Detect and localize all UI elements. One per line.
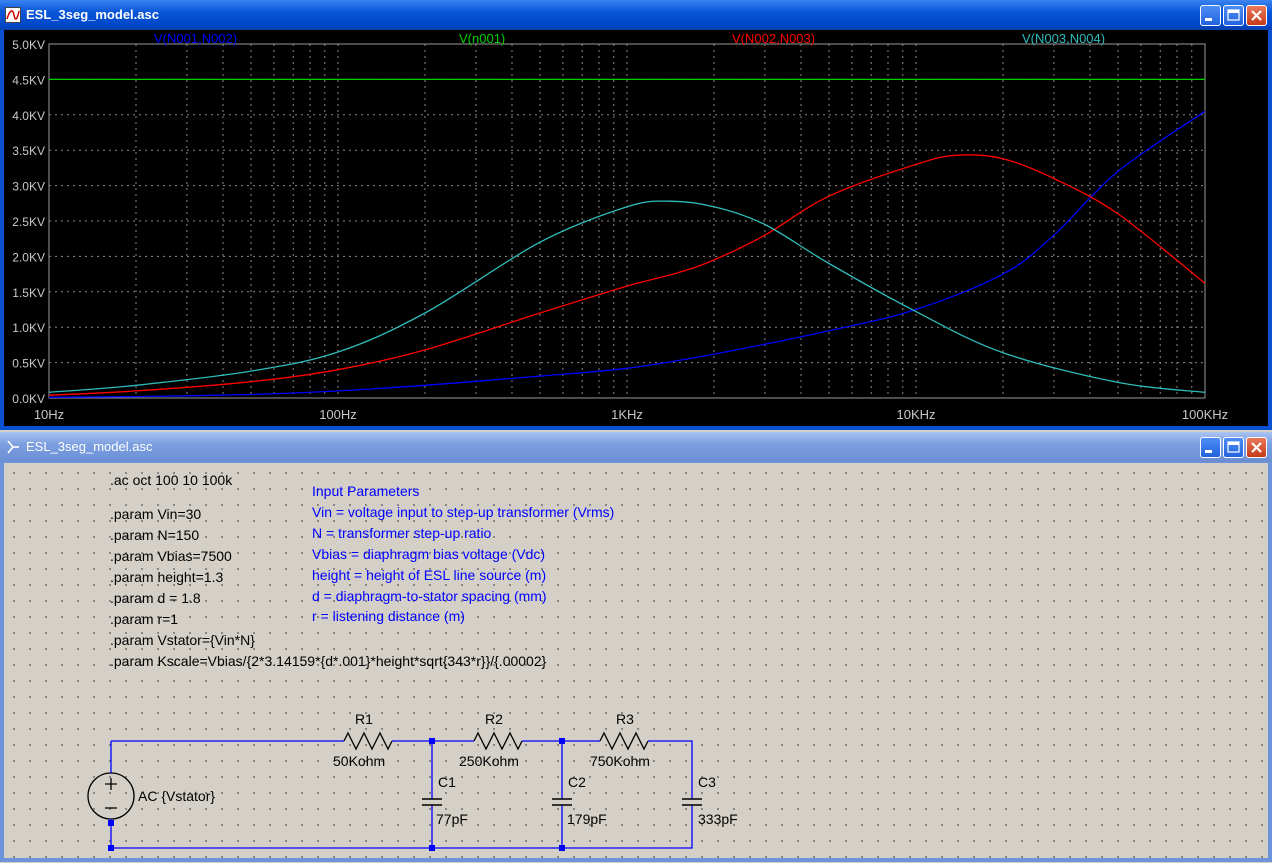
- x-tick-label: 100KHz: [1182, 407, 1228, 422]
- legend-entry-1: V(n001): [459, 31, 505, 46]
- resistor-r3[interactable]: [599, 731, 649, 751]
- schematic-drawing[interactable]: .ac oct 100 10 100k .param Vin=30 .param…: [4, 463, 1268, 858]
- legend-entry-2: V(N002,N003): [732, 31, 815, 46]
- directive-param-vin[interactable]: .param Vin=30: [110, 506, 201, 522]
- close-icon: [1251, 10, 1262, 21]
- maximize-icon: [1227, 441, 1240, 453]
- c2-value[interactable]: 179pF: [567, 811, 607, 827]
- directive-param-d[interactable]: .param d = 1.8: [110, 590, 201, 606]
- directive-param-vbias[interactable]: .param Vbias=7500: [110, 548, 232, 564]
- minimize-icon: [1205, 450, 1212, 453]
- y-tick-label: 3.0KV: [12, 180, 45, 194]
- capacitor-c3[interactable]: [682, 798, 702, 806]
- y-tick-label: 4.0KV: [12, 109, 45, 123]
- directive-param-r[interactable]: .param r=1: [110, 611, 178, 627]
- waveform-plot[interactable]: 0.0KV 0.5KV 1.0KV 1.5KV 2.0KV 2.5KV 3.0KV 3.5KV…: [4, 30, 1268, 426]
- capacitor-c2[interactable]: [552, 798, 572, 806]
- plot-minimize-button[interactable]: [1200, 5, 1221, 26]
- c3-value[interactable]: 333pF: [698, 811, 738, 827]
- comment-height[interactable]: height = height of ESL line source (m): [312, 567, 546, 583]
- c2-name[interactable]: C2: [568, 774, 586, 790]
- ac-voltage-source[interactable]: [87, 771, 135, 825]
- comment-vbias[interactable]: Vbias = diaphragm bias voltage (Vdc): [312, 546, 545, 562]
- minimize-icon: [1205, 18, 1212, 21]
- legend-entry-0: V(N001,N002): [154, 31, 237, 46]
- r1-name[interactable]: R1: [355, 711, 373, 727]
- y-tick-label: 3.5KV: [12, 144, 45, 158]
- comment-d[interactable]: d = diaphragm-to-stator spacing (mm): [312, 588, 547, 604]
- resistor-r2[interactable]: [473, 731, 523, 751]
- r1-value[interactable]: 50Kohm: [333, 753, 385, 769]
- y-tick-label: 2.0KV: [12, 250, 45, 264]
- comment-r[interactable]: r = listening distance (m): [312, 608, 465, 624]
- schematic-icon[interactable]: [5, 439, 21, 455]
- directive-param-kscale[interactable]: .param Kscale=Vbias/{2*3.14159*{d*.001}*…: [110, 653, 547, 669]
- plot-close-button[interactable]: [1246, 5, 1267, 26]
- directive-param-n[interactable]: .param N=150: [110, 527, 199, 543]
- waveform-chart[interactable]: 0.0KV 0.5KV 1.0KV 1.5KV 2.0KV 2.5KV 3.0KV 3.5KV…: [4, 30, 1268, 426]
- y-tick-label: 2.5KV: [12, 215, 45, 229]
- r3-value[interactable]: 750Kohm: [590, 753, 650, 769]
- waveform-icon[interactable]: [5, 7, 21, 23]
- maximize-icon: [1227, 9, 1240, 21]
- schematic-close-button[interactable]: [1246, 437, 1267, 458]
- c1-name[interactable]: C1: [438, 774, 456, 790]
- series-line-2: [48, 154, 1206, 396]
- directive-param-vstator[interactable]: .param Vstator={Vin*N}: [110, 632, 255, 648]
- plot-maximize-button[interactable]: [1223, 5, 1244, 26]
- resistor-r1[interactable]: [343, 731, 393, 751]
- x-tick-label: 10Hz: [34, 407, 64, 422]
- directive-ac[interactable]: .ac oct 100 10 100k: [110, 472, 233, 488]
- directive-param-height[interactable]: .param height=1.3: [110, 569, 223, 585]
- y-tick-label: 0.5KV: [12, 357, 45, 371]
- x-tick-label: 100Hz: [319, 407, 357, 422]
- plot-window-titlebar[interactable]: ESL_3seg_model.asc: [0, 0, 1272, 30]
- comment-vin[interactable]: Vin = voltage input to step-up transform…: [312, 504, 614, 520]
- y-tick-label: 1.0KV: [12, 321, 45, 335]
- r2-value[interactable]: 250Kohm: [459, 753, 519, 769]
- y-tick-label: 5.0KV: [12, 38, 45, 52]
- c3-name[interactable]: C3: [698, 774, 716, 790]
- close-icon: [1251, 442, 1262, 453]
- schematic-window-title: ESL_3seg_model.asc: [26, 439, 153, 454]
- c1-value[interactable]: 77pF: [436, 811, 468, 827]
- source-label[interactable]: AC {Vstator}: [138, 788, 215, 804]
- legend-entry-3: V(N003,N004): [1022, 31, 1105, 46]
- schematic-window-titlebar[interactable]: ESL_3seg_model.asc: [0, 432, 1272, 462]
- y-tick-label: 1.5KV: [12, 286, 45, 300]
- schematic-canvas[interactable]: .ac oct 100 10 100k .param Vin=30 .param…: [4, 463, 1268, 858]
- r3-name[interactable]: R3: [616, 711, 634, 727]
- x-tick-label: 1KHz: [611, 407, 643, 422]
- capacitor-c1[interactable]: [422, 798, 442, 806]
- schematic-maximize-button[interactable]: [1223, 437, 1244, 458]
- schematic-minimize-button[interactable]: [1200, 437, 1221, 458]
- r2-name[interactable]: R2: [485, 711, 503, 727]
- x-tick-label: 10KHz: [896, 407, 935, 422]
- comment-n[interactable]: N = transformer step-up ratio: [312, 525, 492, 541]
- comment-input-parameters[interactable]: Input Parameters: [312, 483, 419, 499]
- plot-window-title: ESL_3seg_model.asc: [26, 7, 159, 22]
- plot-window: ESL_3seg_model.asc 0.0KV 0.5KV 1.0KV 1.5KV 2…: [0, 0, 1272, 430]
- y-tick-label: 4.5KV: [12, 73, 45, 87]
- y-tick-label: 0.0KV: [12, 392, 45, 406]
